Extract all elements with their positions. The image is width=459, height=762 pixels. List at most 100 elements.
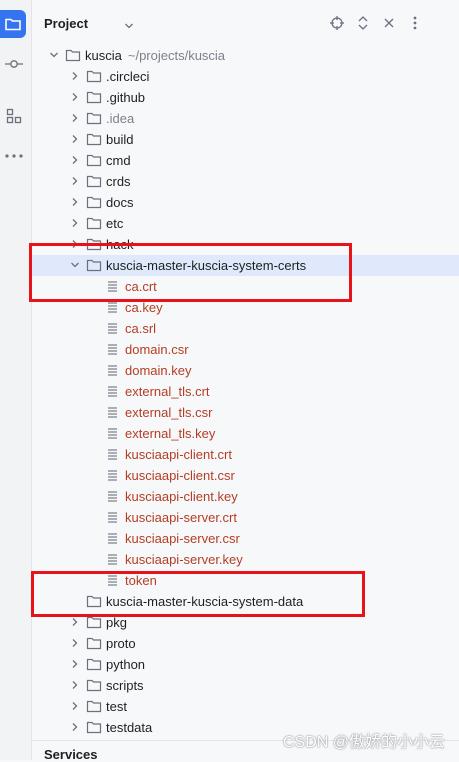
tree-item-label: test	[106, 699, 127, 714]
more-vertical-icon[interactable]	[407, 15, 423, 31]
close-icon[interactable]	[381, 15, 397, 31]
chevron-right-icon[interactable]	[68, 132, 82, 146]
tree-folder[interactable]: cmd	[32, 150, 459, 171]
tree-folder[interactable]: docs	[32, 192, 459, 213]
chevron-down-icon[interactable]	[124, 18, 134, 33]
text-file-icon	[105, 384, 121, 398]
chevron-right-icon[interactable]	[68, 69, 82, 83]
tree-item-label: external_tls.key	[125, 426, 216, 441]
tree-item-label: kusciaapi-client.key	[125, 489, 238, 504]
folder-icon	[86, 699, 102, 713]
tree-item-path: ~/projects/kuscia	[127, 48, 226, 63]
folder-icon	[86, 195, 102, 209]
more-icon[interactable]	[0, 142, 28, 170]
text-file-icon	[105, 321, 121, 335]
tree-file[interactable]: kusciaapi-client.key	[32, 486, 459, 507]
folder-icon	[86, 153, 102, 167]
tree-item-label: .idea	[106, 111, 135, 126]
text-file-icon	[105, 510, 121, 524]
folder-icon	[86, 657, 102, 671]
folder-icon	[86, 111, 102, 125]
chevron-right-icon[interactable]	[68, 636, 82, 650]
tree-file[interactable]: kusciaapi-client.crt	[32, 444, 459, 465]
tree-root[interactable]: kuscia ~/projects/kuscia	[32, 45, 459, 66]
annotation-box-certs	[29, 243, 352, 302]
tree-file[interactable]: external_tls.key	[32, 423, 459, 444]
tree-item-label: ca.srl	[125, 321, 157, 336]
tree-item-label: cmd	[106, 153, 131, 168]
folder-icon	[86, 678, 102, 692]
chevron-right-icon[interactable]	[68, 216, 82, 230]
project-folder-icon[interactable]	[0, 10, 26, 38]
tree-item-label: kusciaapi-client.csr	[125, 468, 235, 483]
tree-file[interactable]: domain.key	[32, 360, 459, 381]
text-file-icon	[105, 426, 121, 440]
text-file-icon	[105, 363, 121, 377]
chevron-down-icon[interactable]	[47, 48, 61, 62]
tree-file[interactable]: kusciaapi-server.csr	[32, 528, 459, 549]
folder-icon	[86, 636, 102, 650]
tree-file[interactable]: kusciaapi-server.crt	[32, 507, 459, 528]
tree-item-label: kusciaapi-server.csr	[125, 531, 240, 546]
tree-item-label: .github	[106, 90, 146, 105]
tree-folder[interactable]: .github	[32, 87, 459, 108]
tree-file[interactable]: external_tls.csr	[32, 402, 459, 423]
folder-icon	[86, 69, 102, 83]
chevron-right-icon[interactable]	[68, 699, 82, 713]
tree-item-label: kusciaapi-server.key	[125, 552, 243, 567]
tree-item-label: etc	[106, 216, 124, 231]
tree-folder[interactable]: python	[32, 654, 459, 675]
tree-item-label: kusciaapi-client.crt	[125, 447, 232, 462]
folder-icon	[86, 90, 102, 104]
chevron-right-icon[interactable]	[68, 615, 82, 629]
chevron-right-icon[interactable]	[68, 111, 82, 125]
folder-icon	[86, 132, 102, 146]
tree-folder[interactable]: .circleci	[32, 66, 459, 87]
tree-folder[interactable]: crds	[32, 171, 459, 192]
tree-item-label: domain.csr	[125, 342, 189, 357]
chevron-right-icon[interactable]	[68, 174, 82, 188]
tree-item-label: domain.key	[125, 363, 192, 378]
tree-file[interactable]: external_tls.crt	[32, 381, 459, 402]
target-icon[interactable]	[329, 15, 345, 31]
tree-folder[interactable]: proto	[32, 633, 459, 654]
tree-file[interactable]: ca.srl	[32, 318, 459, 339]
structure-icon[interactable]	[0, 102, 28, 130]
tree-item-label: docs	[106, 195, 134, 210]
text-file-icon	[105, 489, 121, 503]
chevron-right-icon[interactable]	[68, 657, 82, 671]
chevron-right-icon[interactable]	[68, 90, 82, 104]
tree-file[interactable]: kusciaapi-client.csr	[32, 465, 459, 486]
tree-folder[interactable]: .idea	[32, 108, 459, 129]
tree-folder[interactable]: etc	[32, 213, 459, 234]
annotation-box-data	[31, 571, 365, 617]
tree-item-label: external_tls.csr	[125, 405, 213, 420]
chevron-right-icon[interactable]	[68, 678, 82, 692]
chevron-right-icon[interactable]	[68, 720, 82, 734]
tool-window-strip	[0, 0, 32, 760]
tree-item-label: .circleci	[106, 69, 150, 84]
chevron-right-icon[interactable]	[68, 195, 82, 209]
tree-item-label: crds	[106, 174, 131, 189]
tree-item-label: pkg	[106, 615, 127, 630]
tree-item-label: python	[106, 657, 146, 672]
chevron-right-icon[interactable]	[68, 153, 82, 167]
tree-file[interactable]: kusciaapi-server.key	[32, 549, 459, 570]
tree-item-label: proto	[106, 636, 136, 651]
commit-icon[interactable]	[0, 50, 28, 78]
tree-folder[interactable]: test	[32, 696, 459, 717]
tree-folder[interactable]: build	[32, 129, 459, 150]
tree-item-label: kuscia ~/projects/kuscia	[85, 48, 226, 63]
text-file-icon	[105, 300, 121, 314]
project-title[interactable]: Project	[44, 16, 88, 31]
text-file-icon	[105, 552, 121, 566]
tree-file[interactable]: domain.csr	[32, 339, 459, 360]
tree-folder[interactable]: scripts	[32, 675, 459, 696]
text-file-icon	[105, 531, 121, 545]
expand-collapse-icon[interactable]	[355, 15, 371, 31]
project-header: Project	[32, 0, 459, 46]
folder-icon	[86, 720, 102, 734]
folder-icon	[65, 48, 81, 62]
folder-icon	[86, 174, 102, 188]
tree-item-label: ca.key	[125, 300, 163, 315]
